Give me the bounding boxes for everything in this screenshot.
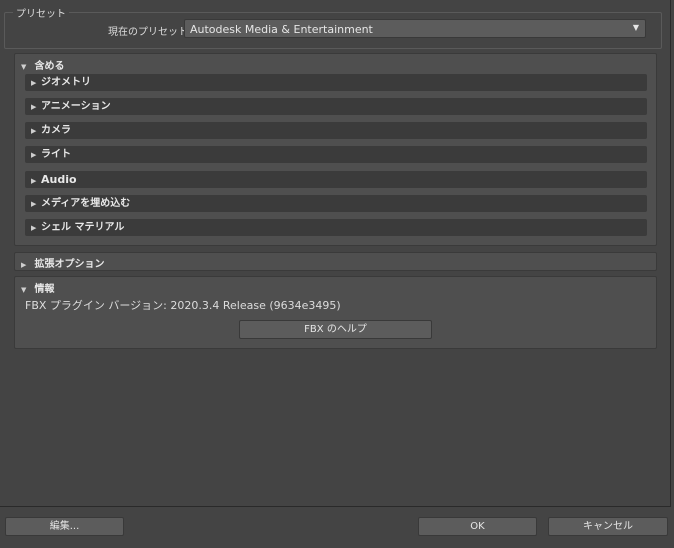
edit-button[interactable]: 編集... xyxy=(5,517,124,536)
collapsed-triangle-icon: ▶ xyxy=(31,127,37,135)
include-item-light[interactable]: ▶ ライト xyxy=(25,146,647,163)
collapsed-triangle-icon: ▶ xyxy=(31,151,37,159)
include-panel-title: 含める xyxy=(34,61,65,72)
collapsed-triangle-icon: ▶ xyxy=(31,103,37,111)
include-item-label: シェル マテリアル xyxy=(41,222,125,233)
dropdown-arrow-icon: ▼ xyxy=(632,23,639,32)
collapsed-triangle-icon: ▶ xyxy=(31,177,37,185)
collapsed-triangle-icon: ▶ xyxy=(31,224,37,232)
include-item-embed-media[interactable]: ▶ メディアを埋め込む xyxy=(25,195,647,212)
cancel-button[interactable]: キャンセル xyxy=(548,517,668,536)
include-item-camera[interactable]: ▶ カメラ xyxy=(25,122,647,139)
include-panel: ▼ 含める ▶ ジオメトリ ▶ アニメーション ▶ カメラ ▶ ライト ▶ Audio ▶… xyxy=(14,53,657,246)
include-item-animation[interactable]: ▶ アニメーション xyxy=(25,98,647,115)
preset-dropdown[interactable]: Autodesk Media & Entertainment ▼ xyxy=(184,19,646,38)
advanced-panel-header[interactable]: ▶ 拡張オプション xyxy=(21,255,105,270)
advanced-panel-title: 拡張オプション xyxy=(34,259,105,270)
info-panel-header[interactable]: ▼ 情報 xyxy=(21,280,55,295)
info-panel: ▼ 情報 FBX プラグイン バージョン: 2020.3.4 Release (… xyxy=(14,276,657,349)
plugin-version-text: FBX プラグイン バージョン: 2020.3.4 Release (9634e… xyxy=(25,299,341,312)
expanded-triangle-icon: ▼ xyxy=(21,286,27,294)
advanced-panel[interactable]: ▶ 拡張オプション xyxy=(14,252,657,271)
collapsed-triangle-icon: ▶ xyxy=(21,261,27,269)
include-panel-header[interactable]: ▼ 含める xyxy=(21,57,65,72)
ok-button[interactable]: OK xyxy=(418,517,537,536)
include-item-label: カメラ xyxy=(41,125,71,136)
include-item-label: ジオメトリ xyxy=(41,77,91,88)
preset-group-title: プリセット xyxy=(13,5,69,20)
expanded-triangle-icon: ▼ xyxy=(21,63,27,71)
include-item-label: Audio xyxy=(41,173,77,186)
collapsed-triangle-icon: ▶ xyxy=(31,200,37,208)
include-item-audio[interactable]: ▶ Audio xyxy=(25,171,647,188)
fbx-help-button[interactable]: FBX のヘルプ xyxy=(239,320,432,339)
collapsed-triangle-icon: ▶ xyxy=(31,79,37,87)
include-item-label: ライト xyxy=(41,149,71,160)
include-item-label: メディアを埋め込む xyxy=(41,198,131,209)
include-item-label: アニメーション xyxy=(41,101,111,112)
include-item-geometry[interactable]: ▶ ジオメトリ xyxy=(25,74,647,91)
info-panel-title: 情報 xyxy=(34,284,55,295)
preset-dropdown-value: Autodesk Media & Entertainment xyxy=(190,23,373,36)
include-item-shell-material[interactable]: ▶ シェル マテリアル xyxy=(25,219,647,236)
